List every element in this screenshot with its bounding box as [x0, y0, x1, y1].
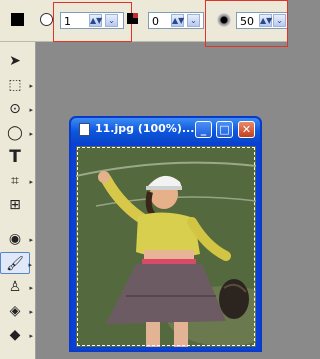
foreground-color-swatch[interactable]: [11, 13, 24, 26]
tool-palette: ➤ ⬚ ▸ ⊙ ▸ ◯ ▸ T ⌗ ▸ ⊞ ◉ ▸ 🖌 ▸ ♙ ▸ ◈ ▸ ◆ ▸: [0, 42, 36, 359]
highlight-box: [205, 0, 288, 47]
highlight-box: [53, 2, 132, 42]
close-icon: ✕: [241, 123, 252, 136]
close-button[interactable]: ✕: [238, 121, 255, 138]
brush-icon[interactable]: 🖌 ▸: [0, 252, 32, 274]
bucket-icon[interactable]: ◆ ▸: [0, 324, 33, 346]
selection-marquee: [77, 147, 255, 346]
frame-icon[interactable]: ⊞: [0, 194, 30, 216]
text-tool-icon[interactable]: T: [0, 146, 30, 168]
image-canvas[interactable]: [76, 146, 256, 347]
spin-up-down-icon[interactable]: ▲▼: [171, 14, 184, 27]
minimize-button[interactable]: _: [195, 121, 212, 138]
shape-icon[interactable]: ◯ ▸: [0, 122, 33, 144]
title-bar[interactable]: 11.jpg (100%)... _ □ ✕: [71, 118, 260, 142]
lasso-icon[interactable]: ⊙ ▸: [0, 98, 33, 120]
stamp-icon[interactable]: ♙ ▸: [0, 276, 33, 298]
crop-icon[interactable]: ⌗ ▸: [0, 170, 33, 192]
blend-value: 0: [152, 15, 159, 28]
marquee-icon[interactable]: ⬚ ▸: [0, 74, 33, 96]
move-arrow-icon[interactable]: ➤: [0, 50, 30, 72]
document-title: 11.jpg (100%)...: [95, 122, 195, 135]
document-window: 11.jpg (100%)... _ □ ✕: [69, 116, 262, 352]
radio-button[interactable]: [40, 13, 53, 26]
options-bar: 1 ▲▼ ⌄ 0 ▲▼ ⌄ 50 ▲▼ ⌄: [0, 0, 288, 47]
minimize-icon: _: [200, 123, 207, 136]
blend-value-field[interactable]: 0 ▲▼ ⌄: [148, 12, 204, 29]
maximize-icon: □: [219, 123, 230, 136]
document-icon: [79, 123, 90, 136]
dropdown-chevron-icon[interactable]: ⌄: [187, 14, 200, 27]
eraser-icon[interactable]: ◈ ▸: [0, 300, 33, 322]
maximize-button[interactable]: □: [216, 121, 233, 138]
color-picker-button[interactable]: [127, 13, 138, 24]
eye-icon[interactable]: ◉ ▸: [0, 228, 33, 250]
